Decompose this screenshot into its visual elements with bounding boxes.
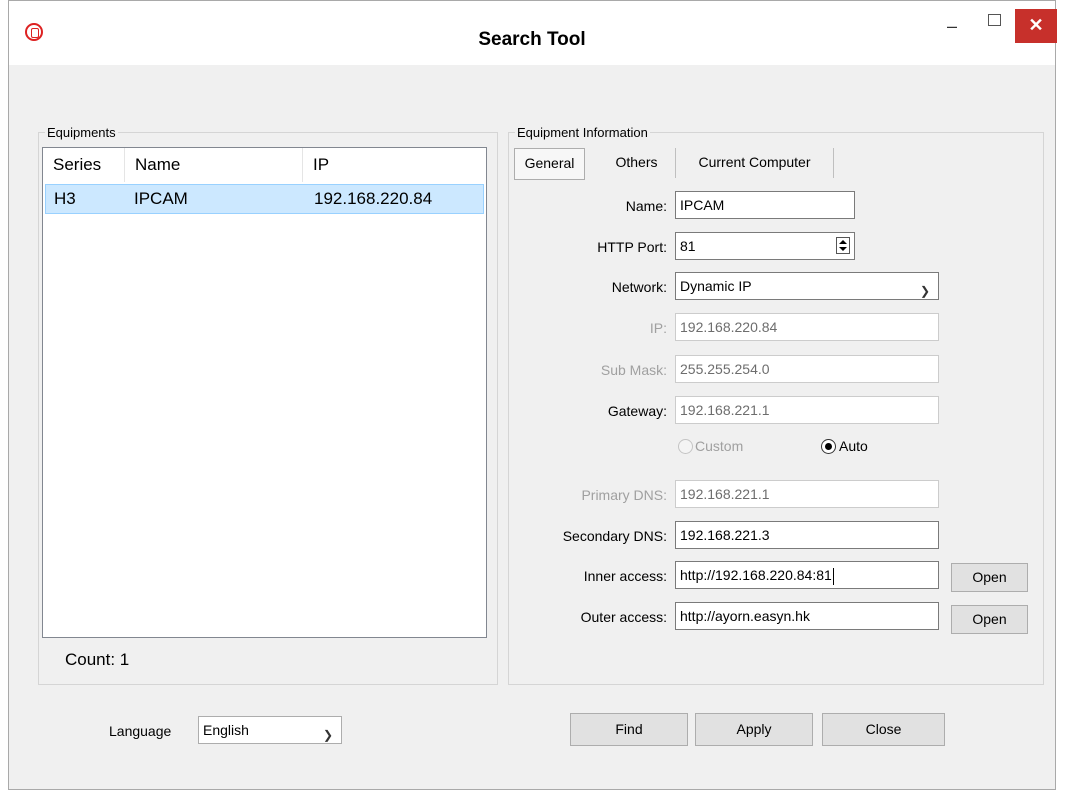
chevron-down-icon: ❯ — [322, 728, 333, 742]
row-series: H3 — [54, 189, 76, 208]
custom-radio-label: Custom — [695, 438, 744, 454]
text-cursor — [832, 567, 834, 585]
submask-label: Sub Mask: — [600, 362, 667, 378]
table-row[interactable]: H3 IPCAM 192.168.220.84 — [45, 184, 484, 214]
outer-access-label: Outer access: — [580, 609, 667, 625]
primary-dns-label: Primary DNS: — [581, 487, 667, 503]
count-label: Count: 1 — [65, 650, 130, 669]
name-field[interactable]: IPCAM — [675, 191, 855, 219]
apply-button[interactable]: Apply — [695, 713, 813, 746]
column-header-name[interactable]: Name — [125, 148, 303, 182]
secondary-dns-field[interactable]: 192.168.221.3 — [675, 521, 939, 549]
network-value: Dynamic IP — [680, 278, 752, 294]
row-name: IPCAM — [134, 189, 188, 208]
inner-access-label: Inner access: — [583, 568, 667, 584]
ip-label: IP: — [649, 320, 667, 336]
title-bar: Search Tool – ✕ — [9, 1, 1057, 65]
http-port-label: HTTP Port: — [597, 239, 667, 255]
gateway-field[interactable]: 192.168.221.1 — [675, 396, 939, 424]
inner-access-field[interactable]: http://192.168.220.84:81 — [675, 561, 939, 589]
close-button[interactable]: Close — [822, 713, 945, 746]
gateway-label: Gateway: — [607, 403, 667, 419]
spin-arrows-icon[interactable] — [836, 237, 850, 254]
open-outer-button[interactable]: Open — [951, 605, 1028, 634]
tab-others[interactable]: Others — [598, 148, 676, 178]
primary-dns-field[interactable]: 192.168.221.1 — [675, 480, 939, 508]
ip-field[interactable]: 192.168.220.84 — [675, 313, 939, 341]
row-ip: 192.168.220.84 — [314, 189, 433, 208]
chevron-down-icon: ❯ — [919, 284, 930, 298]
custom-radio[interactable] — [678, 439, 693, 454]
http-port-value: 81 — [680, 238, 696, 254]
search-tool-window: Search Tool – ✕ Equipments Series Name I… — [8, 0, 1057, 790]
tab-general[interactable]: General — [514, 148, 585, 180]
equipment-info-legend: Equipment Information — [517, 125, 648, 140]
find-button[interactable]: Find — [570, 713, 688, 746]
column-header-ip[interactable]: IP — [303, 148, 484, 182]
equipment-list[interactable]: Series Name IP H3 IPCAM 192.168.220.84 — [42, 147, 487, 638]
open-inner-button[interactable]: Open — [951, 563, 1028, 592]
equipments-legend: Equipments — [47, 125, 116, 140]
network-select[interactable]: Dynamic IP ❯ — [675, 272, 939, 300]
column-header-series[interactable]: Series — [43, 148, 125, 182]
tab-current-computer[interactable]: Current Computer — [676, 148, 834, 178]
maximize-button[interactable] — [971, 1, 1017, 39]
http-port-stepper[interactable]: 81 — [675, 232, 855, 260]
auto-radio[interactable] — [821, 439, 836, 454]
outer-access-field[interactable]: http://ayorn.easyn.hk — [675, 602, 939, 630]
close-window-button[interactable]: ✕ — [1015, 9, 1057, 43]
name-label: Name: — [625, 198, 667, 214]
auto-radio-label: Auto — [839, 438, 868, 454]
language-label: Language — [109, 723, 172, 739]
language-value: English — [203, 722, 249, 738]
secondary-dns-label: Secondary DNS: — [562, 528, 667, 544]
minimize-button[interactable]: – — [929, 7, 975, 45]
language-select[interactable]: English ❯ — [198, 716, 342, 744]
window-title: Search Tool — [478, 29, 586, 50]
inner-access-value: http://192.168.220.84:81 — [680, 567, 832, 583]
network-label: Network: — [611, 279, 667, 295]
submask-field[interactable]: 255.255.254.0 — [675, 355, 939, 383]
maximize-icon — [987, 14, 1001, 26]
